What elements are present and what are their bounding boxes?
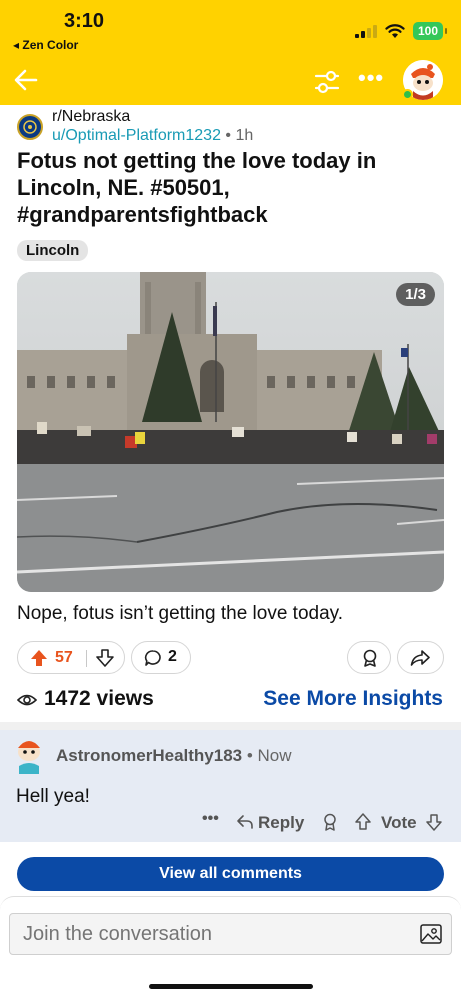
share-icon [410, 650, 430, 666]
comment-time: • Now [242, 746, 292, 765]
downvote-icon[interactable] [96, 649, 114, 667]
post-flair[interactable]: Lincoln [17, 240, 89, 261]
section-divider [0, 722, 461, 730]
more-icon[interactable]: ••• [358, 67, 384, 89]
post-body: Nope, fotus isn’t getting the love today… [17, 603, 344, 624]
comment-composer [0, 896, 461, 1000]
comment-item: AstronomerHealthy183 • Now Hell yea! •••… [0, 730, 461, 842]
image-counter: 1/3 [396, 283, 435, 306]
subreddit-icon[interactable] [17, 114, 43, 140]
comment-author[interactable]: AstronomerHealthy183 [56, 746, 242, 765]
views-icon [17, 694, 37, 706]
comment-icon [144, 650, 161, 666]
comment-count: 2 [168, 648, 177, 665]
award-button[interactable] [347, 641, 391, 674]
comments-button[interactable]: 2 [131, 641, 191, 674]
home-indicator [149, 984, 313, 989]
battery-indicator: 100 [412, 22, 448, 40]
wifi-icon [385, 23, 405, 38]
post-author[interactable]: u/Optimal-Platform1232 [52, 127, 221, 144]
meta-separator: • [220, 127, 236, 144]
post-meta: u/Optimal-Platform1232 • 1h [52, 127, 253, 145]
upvote-count: 57 [55, 649, 73, 666]
vote-control: 57 [17, 641, 125, 674]
views-count: 1472 views [44, 687, 154, 710]
back-to-app-link[interactable]: ◂ Zen Color [13, 38, 78, 52]
view-all-comments-button[interactable]: View all comments [17, 857, 444, 891]
filter-icon[interactable] [314, 69, 340, 95]
comment-upvote-icon[interactable] [355, 813, 371, 831]
award-icon [363, 649, 377, 667]
status-time: 3:10 [64, 10, 105, 32]
see-more-insights-link[interactable]: See More Insights [263, 687, 443, 711]
comment-more-icon[interactable]: ••• [202, 810, 219, 828]
image-upload-icon[interactable] [420, 924, 442, 944]
upvote-icon[interactable] [30, 649, 48, 667]
reply-button[interactable]: Reply [258, 813, 304, 833]
comment-author-line: AstronomerHealthy183 • Now [56, 746, 292, 766]
comment-text: Hell yea! [16, 786, 90, 807]
post-title: Fotus not getting the love today in Linc… [17, 148, 377, 227]
post-image[interactable]: 1/3 [17, 272, 444, 592]
comment-vote-label: Vote [381, 813, 417, 832]
share-button[interactable] [397, 641, 444, 674]
post-age: 1h [235, 127, 254, 144]
commenter-avatar[interactable] [12, 736, 46, 774]
signal-icon [354, 24, 377, 38]
join-conversation-input[interactable] [9, 913, 452, 955]
back-arrow-icon[interactable] [12, 66, 40, 94]
vote-divider [86, 650, 87, 667]
reply-icon[interactable] [236, 814, 254, 830]
status-icons: 100 [354, 22, 448, 40]
subreddit-name[interactable]: r/Nebraska [52, 108, 130, 126]
online-status-dot [402, 89, 413, 100]
comment-downvote-icon[interactable] [426, 813, 442, 831]
comment-award-icon[interactable] [322, 813, 338, 831]
